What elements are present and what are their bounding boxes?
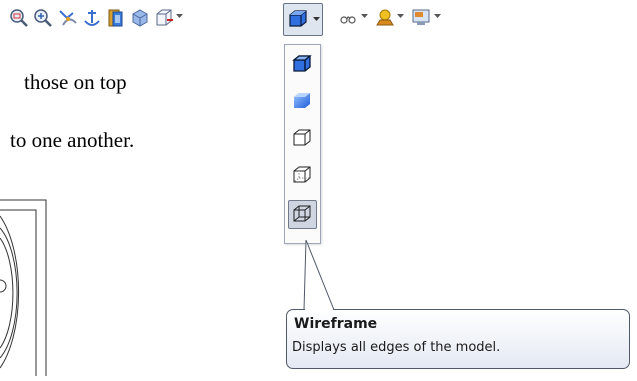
display-style-button[interactable]: [283, 3, 323, 36]
tooltip-pointer-join: [305, 309, 333, 311]
tooltip: Wireframe Displays all edges of the mode…: [286, 309, 630, 369]
view-toolbar: [0, 0, 637, 38]
zoom-to-area-icon[interactable]: [8, 7, 30, 29]
hidden-lines-visible-item[interactable]: [288, 161, 317, 190]
tooltip-description: Displays all edges of the model.: [292, 340, 501, 355]
rotate-view-icon[interactable]: [57, 7, 79, 29]
hidden-lines-removed-icon: [293, 129, 311, 146]
model-drawing: [0, 198, 50, 381]
edit-appearance-dropdown-arrow[interactable]: [361, 14, 368, 19]
document-text-line-2: to one another.: [10, 128, 135, 152]
document-text-line-1: those on top: [24, 70, 127, 94]
wireframe-icon: [293, 205, 311, 222]
apply-scene-icon[interactable]: [374, 7, 396, 29]
view-settings-icon[interactable]: [410, 7, 432, 29]
edit-appearance-icon[interactable]: [338, 7, 360, 29]
hide-show-items-icon[interactable]: [153, 7, 175, 29]
shaded-item[interactable]: [288, 87, 317, 116]
apply-scene-dropdown-arrow[interactable]: [397, 14, 404, 19]
hidden-lines-visible-icon: [293, 166, 311, 183]
display-style-dropdown-arrow[interactable]: [313, 17, 320, 22]
view-settings-dropdown-arrow[interactable]: [434, 14, 441, 19]
section-view-icon[interactable]: [81, 7, 103, 29]
shaded-icon: [294, 93, 310, 108]
tooltip-pointer: [303, 239, 335, 311]
zoom-in-out-icon[interactable]: [32, 7, 54, 29]
display-style-menu: [284, 44, 321, 244]
3d-box-icon[interactable]: [129, 7, 151, 29]
wireframe-item[interactable]: [288, 200, 317, 229]
tooltip-title: Wireframe: [294, 316, 378, 332]
shaded-with-edges-item[interactable]: [288, 50, 317, 79]
shaded-with-edges-icon: [292, 55, 312, 72]
view-orientation-icon[interactable]: [105, 7, 127, 29]
hidden-lines-removed-item[interactable]: [288, 124, 317, 153]
hide-show-dropdown-arrow[interactable]: [176, 14, 183, 19]
display-style-icon: [287, 8, 309, 30]
